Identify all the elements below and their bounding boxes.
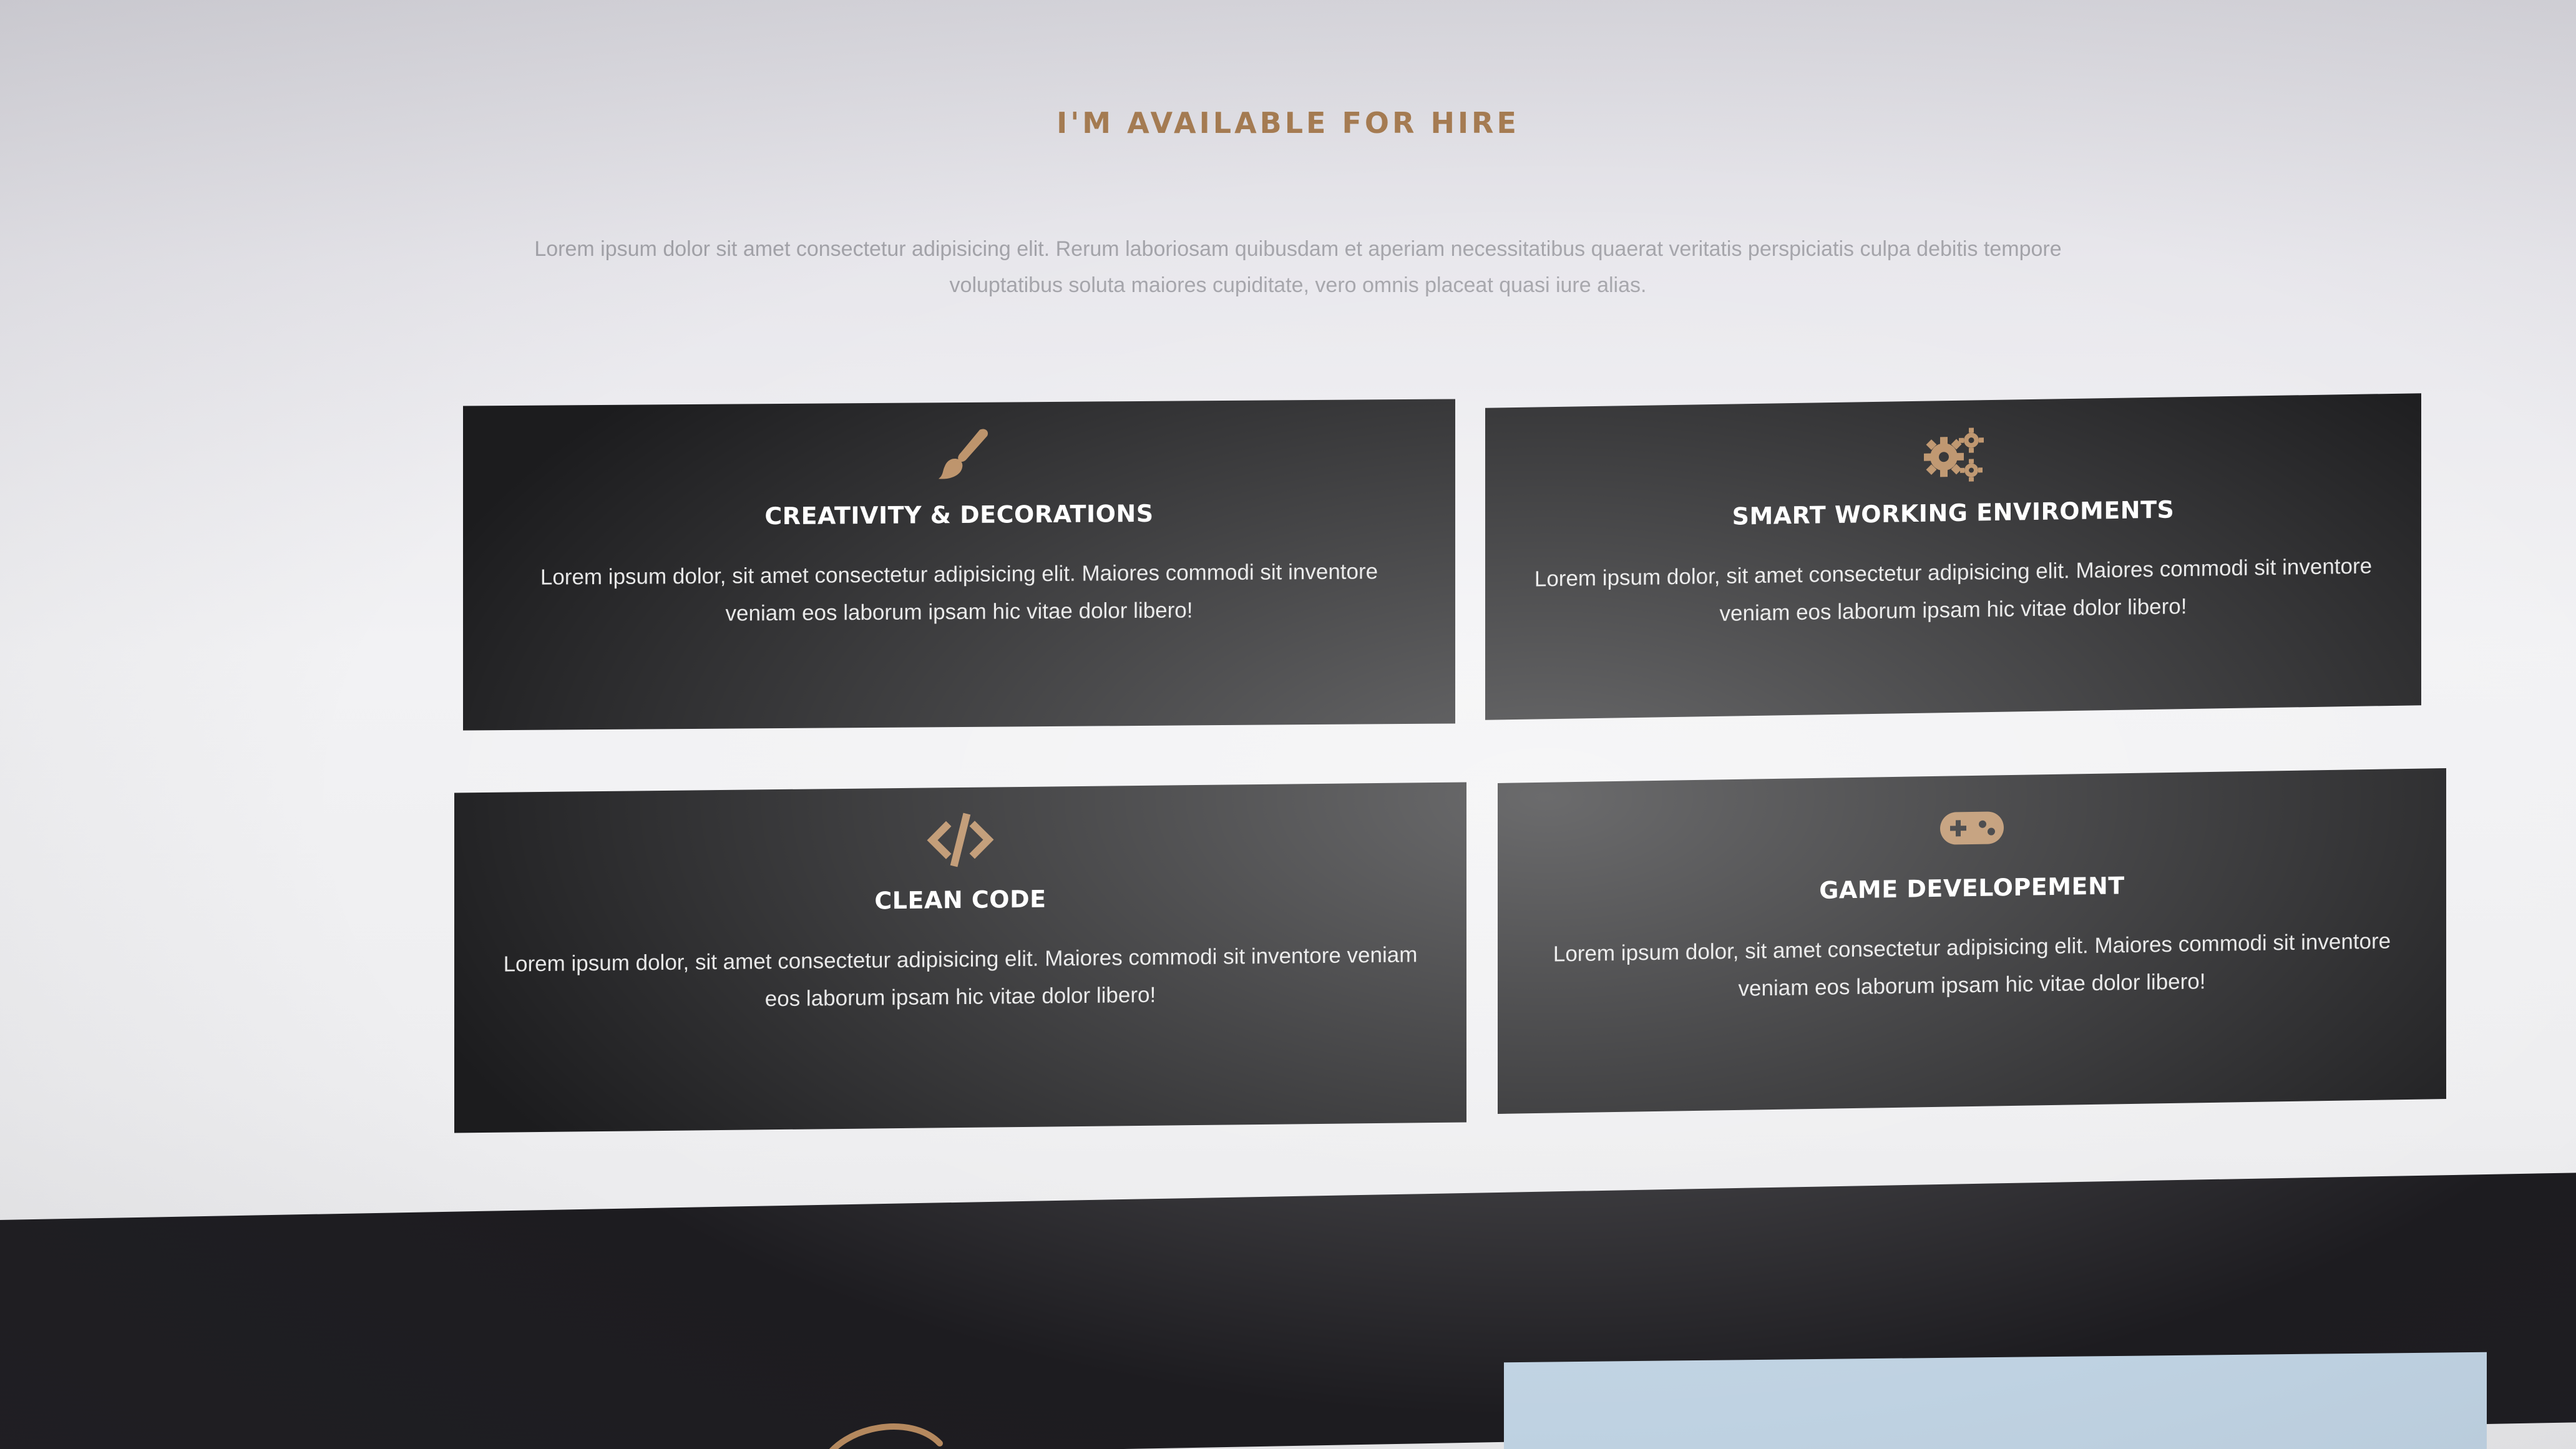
gears-icon xyxy=(1919,422,1988,484)
card-title: CREATIVITY & DECORATIONS xyxy=(764,499,1154,530)
service-card-smart-working: SMART WORKING ENVIROMENTS Lorem ipsum do… xyxy=(1485,393,2421,720)
card-text: Lorem ipsum dolor, sit amet consectetur … xyxy=(1553,929,2391,1001)
logo-swirl-icon xyxy=(829,1423,943,1449)
footer-panel xyxy=(1504,1352,2487,1449)
card-title: GAME DEVELOPEMENT xyxy=(1819,872,2125,904)
card-title: CLEAN CODE xyxy=(874,885,1046,915)
paintbrush-icon xyxy=(925,425,993,485)
code-icon xyxy=(926,809,995,870)
card-text: Lorem ipsum dolor, sit amet consectetur … xyxy=(1534,554,2373,626)
service-card-creativity: CREATIVITY & DECORATIONS Lorem ipsum dol… xyxy=(463,399,1455,731)
page: I'M AVAILABLE FOR HIRE Lorem ipsum dolor… xyxy=(0,0,2576,1449)
card-text: Lorem ipsum dolor, sit amet consectetur … xyxy=(540,559,1378,626)
service-card-clean-code: CLEAN CODE Lorem ipsum dolor, sit amet c… xyxy=(454,782,1466,1133)
card-text: Lorem ipsum dolor, sit amet consectetur … xyxy=(503,942,1418,1012)
gamepad-icon xyxy=(1938,798,2006,859)
section-intro: Lorem ipsum dolor sit amet consectetur a… xyxy=(534,237,2062,297)
card-title: SMART WORKING ENVIROMENTS xyxy=(1732,495,2175,530)
section-title: I'M AVAILABLE FOR HIRE xyxy=(1056,106,1520,140)
service-card-game-development: GAME DEVELOPEMENT Lorem ipsum dolor, sit… xyxy=(1498,768,2446,1114)
